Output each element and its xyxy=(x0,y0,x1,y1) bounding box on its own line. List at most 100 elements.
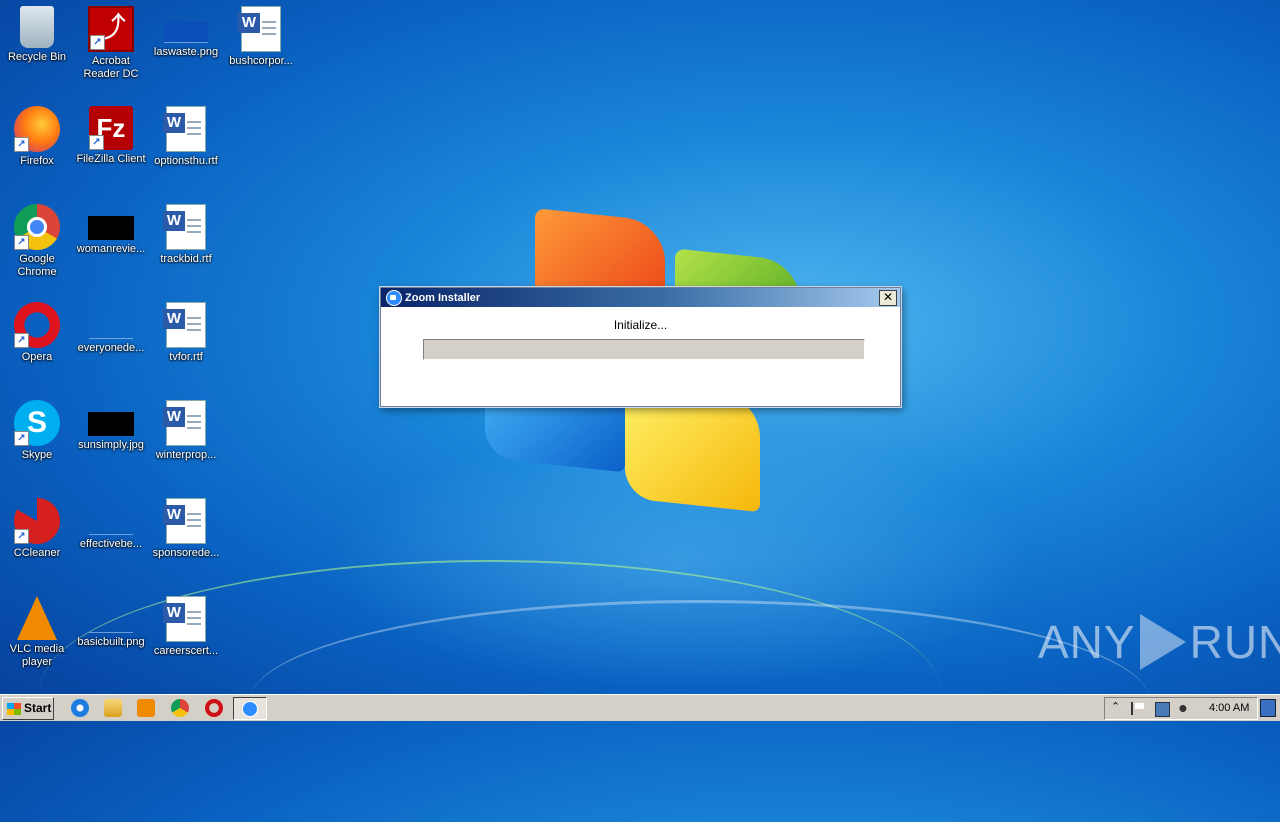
zoom-installer-window[interactable]: Zoom Installer ✕ Initialize... xyxy=(380,287,901,407)
desktop-icon-label: basicbuilt.png xyxy=(77,636,145,648)
shortcut-arrow-icon: ↗ xyxy=(14,235,29,250)
desktop-icon-label: VLC media player xyxy=(9,643,65,668)
shortcut-arrow-icon: ↗ xyxy=(14,137,29,152)
zoom-app-icon xyxy=(386,289,402,306)
desktop-icon-skype[interactable]: S ↗ Skype xyxy=(0,394,74,462)
file-icon xyxy=(89,318,133,339)
shortcut-arrow-icon: ↗ xyxy=(14,529,29,544)
internet-explorer-icon[interactable] xyxy=(71,699,89,717)
firefox-icon: ↗ xyxy=(14,106,60,152)
word-document-icon: W xyxy=(163,302,206,348)
desktop-icon-label: Skype xyxy=(21,449,53,461)
image-file-icon xyxy=(164,22,208,43)
watermark-text-right: RUN xyxy=(1189,616,1280,668)
desktop-icon-label: bushcorpor... xyxy=(229,55,293,67)
desktop-icon-sponsorede[interactable]: W sponsorede... xyxy=(149,492,223,560)
desktop-icon-label: Acrobat Reader DC xyxy=(83,55,139,80)
play-icon xyxy=(1139,614,1186,670)
desktop-icon-filezilla[interactable]: Fz ↗ FileZilla Client xyxy=(74,100,148,166)
desktop-icon-winterprop[interactable]: W winterprop... xyxy=(149,394,223,462)
desktop-icon-sunsimply[interactable]: sunsimply.jpg xyxy=(74,394,148,452)
skype-icon: S ↗ xyxy=(14,400,60,446)
tray-expand-icon[interactable]: ⌃ xyxy=(1111,700,1120,713)
zoom-icon xyxy=(242,701,258,717)
windows-logo-icon xyxy=(7,702,21,715)
desktop-icon-recycle-bin[interactable]: Recycle Bin xyxy=(0,0,74,64)
action-center-flag-icon[interactable] xyxy=(1131,702,1146,715)
desktop-icon-label: Google Chrome xyxy=(17,253,57,278)
image-file-icon xyxy=(89,612,133,633)
file-icon xyxy=(89,514,133,535)
ccleaner-icon: ↗ xyxy=(14,498,60,544)
installer-progress-bar xyxy=(423,339,865,360)
word-document-icon: W xyxy=(238,6,281,52)
desktop-icon-label: sunsimply.jpg xyxy=(78,439,144,451)
desktop-icon-effectivebe[interactable]: effectivebe... xyxy=(74,492,148,551)
desktop-icon-careerscert[interactable]: W careerscert... xyxy=(149,590,223,658)
desktop-icon-label: everyonede... xyxy=(77,342,145,354)
window-titlebar[interactable]: Zoom Installer ✕ xyxy=(381,288,900,307)
word-document-icon: W xyxy=(163,400,206,446)
desktop-icon-opera[interactable]: ↗ Opera xyxy=(0,296,74,364)
close-button[interactable]: ✕ xyxy=(879,289,897,306)
zoom-taskbar-button[interactable] xyxy=(233,697,267,720)
desktop-icon-firefox[interactable]: ↗ Firefox xyxy=(0,100,74,168)
media-player-icon[interactable] xyxy=(137,699,155,717)
desktop-icon-tvfor[interactable]: W tvfor.rtf xyxy=(149,296,223,364)
desktop-icon-label: laswaste.png xyxy=(153,46,219,58)
acrobat-icon: ⤴ ↗ xyxy=(88,6,134,52)
image-file-icon xyxy=(88,216,134,240)
opera-icon: ↗ xyxy=(14,302,60,348)
desktop-icon-label: effectivebe... xyxy=(79,538,143,550)
word-document-icon: W xyxy=(163,204,206,250)
desktop-icon-laswaste[interactable]: laswaste.png xyxy=(149,0,223,59)
desktop-icon-label: trackbid.rtf xyxy=(160,253,212,265)
start-label: Start xyxy=(24,701,52,715)
desktop-icon-bushcorpor[interactable]: W bushcorpor... xyxy=(224,0,298,68)
clock[interactable]: 4:00 AM xyxy=(1209,702,1249,714)
anyrun-watermark: ANY RUN xyxy=(1038,614,1280,670)
desktop-icon-label: CCleaner xyxy=(13,547,61,559)
explorer-folder-icon[interactable] xyxy=(104,699,122,717)
installer-status-text: Initialize... xyxy=(613,318,668,332)
recycle-bin-icon xyxy=(20,6,54,48)
desktop-icon-label: Firefox xyxy=(20,155,54,167)
shortcut-arrow-icon: ↗ xyxy=(14,431,29,446)
desktop-icon-vlc[interactable]: VLC media player xyxy=(0,590,74,669)
shortcut-arrow-icon: ↗ xyxy=(89,135,104,150)
desktop-icon-label: sponsorede... xyxy=(152,547,220,559)
desktop-icon-chrome[interactable]: ↗ Google Chrome xyxy=(0,198,74,279)
word-document-icon: W xyxy=(163,596,206,642)
show-desktop-button[interactable] xyxy=(1260,699,1276,717)
taskbar: Start ⌃ 4:00 AM xyxy=(0,694,1280,721)
word-document-icon: W xyxy=(163,498,206,544)
desktop-icon-label: womanrevie... xyxy=(76,243,146,255)
network-icon[interactable] xyxy=(1155,702,1170,717)
desktop-icon-optionsthu[interactable]: W optionsthu.rtf xyxy=(149,100,223,168)
desktop-icon-label: winterprop... xyxy=(155,449,217,461)
desktop-icon-acrobat[interactable]: ⤴ ↗ Acrobat Reader DC xyxy=(74,0,148,81)
system-tray: ⌃ 4:00 AM xyxy=(1104,697,1258,720)
image-file-icon xyxy=(88,412,134,436)
desktop-icon-basicbuilt[interactable]: basicbuilt.png xyxy=(74,590,148,649)
desktop-icon-label: Opera xyxy=(21,351,53,363)
chrome-icon: ↗ xyxy=(14,204,60,250)
desktop-icon-label: optionsthu.rtf xyxy=(154,155,218,167)
shortcut-arrow-icon: ↗ xyxy=(14,333,29,348)
shortcut-arrow-icon: ↗ xyxy=(90,35,105,50)
desktop-icon-womanrevie[interactable]: womanrevie... xyxy=(74,198,148,256)
desktop-icon-label: FileZilla Client xyxy=(76,153,146,165)
chrome-taskbar-icon[interactable] xyxy=(171,699,189,717)
opera-taskbar-icon[interactable] xyxy=(205,699,223,717)
start-button[interactable]: Start xyxy=(2,697,54,720)
desktop-icon-trackbid[interactable]: W trackbid.rtf xyxy=(149,198,223,266)
desktop-icon-label: Recycle Bin xyxy=(7,51,67,63)
desktop-icon-label: tvfor.rtf xyxy=(169,351,203,363)
desktop-icon-label: careerscert... xyxy=(153,645,219,657)
window-title: Zoom Installer xyxy=(405,291,481,304)
desktop-icon-ccleaner[interactable]: ↗ CCleaner xyxy=(0,492,74,560)
word-document-icon: W xyxy=(163,106,206,152)
desktop-icon-everyonede[interactable]: everyonede... xyxy=(74,296,148,355)
filezilla-icon: Fz ↗ xyxy=(89,106,133,150)
volume-icon[interactable] xyxy=(1179,702,1192,715)
